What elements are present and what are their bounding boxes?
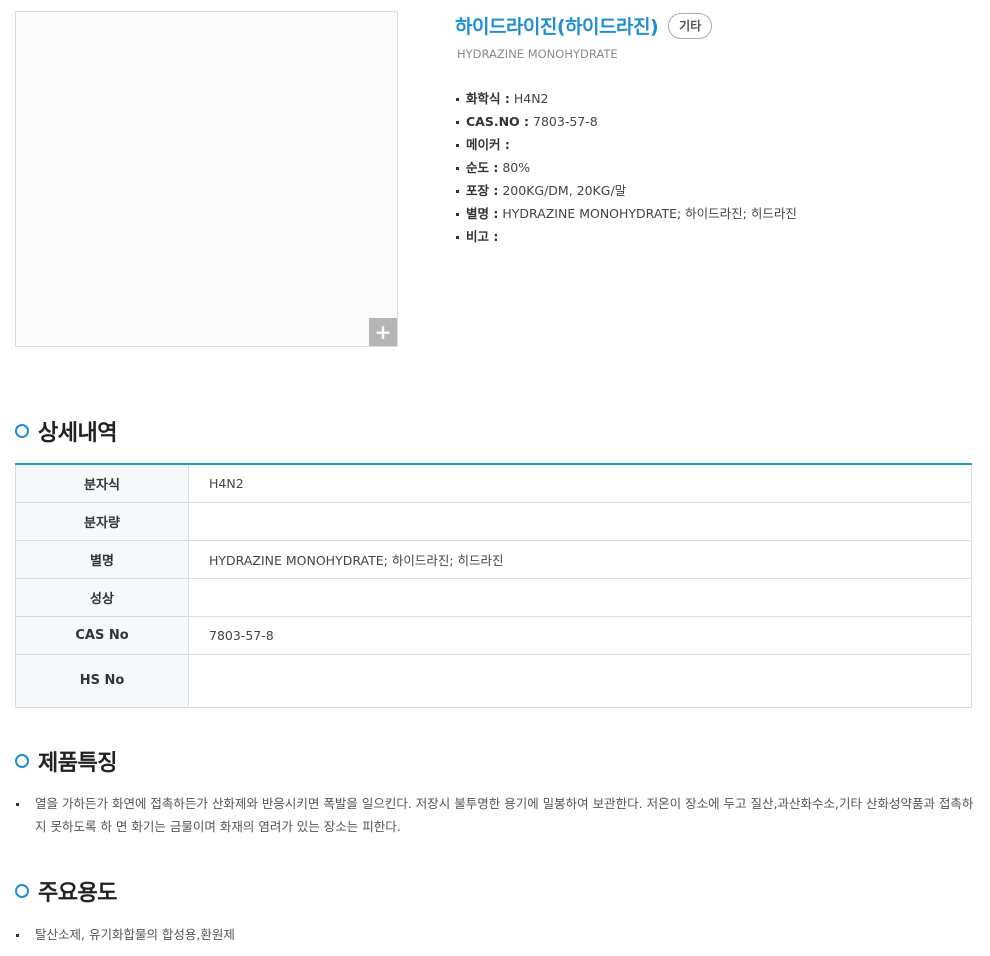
uses-heading-text: 주요용도 [38,881,117,906]
spec-value: 7803-57-8 [533,114,598,129]
spec-packaging: 포장 : 200KG/DM, 20KG/말 [455,179,975,202]
row-label: 별명 [15,540,189,579]
row-value [188,578,972,617]
spec-label: 비고 : [466,229,499,244]
zoom-button[interactable]: + [369,318,397,346]
spec-label: 메이커 : [466,137,510,152]
features-text: 열을 가하든가 화연에 접촉하든가 산화제와 반응시키면 폭발을 일으킨다. 저… [15,792,975,838]
row-value: HYDRAZINE MONOHYDRATE; 하이드라진; 히드라진 [188,540,972,579]
spec-label: 별명 : [466,206,499,221]
spec-label: CAS.NO : [466,114,530,129]
spec-value: 80% [502,160,531,175]
row-label: 성상 [15,578,189,617]
details-heading-text: 상세내역 [38,421,117,446]
row-label: 분자식 [15,464,189,503]
product-title: 하이드라이진(하이드라진) [455,16,659,38]
row-label: 분자량 [15,502,189,541]
table-row: CAS No 7803-57-8 [15,616,972,655]
spec-formula: 화학식 : H4N2 [455,87,975,110]
table-row: 성상 [15,578,972,617]
row-label: CAS No [15,616,189,655]
spec-label: 순도 : [466,160,499,175]
title-row: 하이드라이진(하이드라진) 기타 [455,12,975,39]
spec-value: 200KG/DM, 20KG/말 [502,183,627,198]
spec-value: HYDRAZINE MONOHYDRATE; 하이드라진; 히드라진 [502,206,797,221]
row-value [188,654,972,708]
ring-icon [15,424,29,438]
spec-list: 화학식 : H4N2 CAS.NO : 7803-57-8 메이커 : 순도 :… [455,87,975,248]
row-label: HS No [15,654,189,708]
ring-icon [15,884,29,898]
uses-heading: 주요용도 [15,875,117,907]
spec-purity: 순도 : 80% [455,156,975,179]
spec-label: 포장 : [466,183,499,198]
spec-label: 화학식 : [466,91,510,106]
features-heading: 제품특징 [15,745,117,777]
row-value [188,502,972,541]
spec-value: H4N2 [513,91,549,106]
spec-maker: 메이커 : [455,133,975,156]
table-row: 분자량 [15,502,972,541]
spec-remarks: 비고 : [455,225,975,248]
uses-list: 탈산소제, 유기화합물의 합성용,환원제 [15,923,975,946]
features-list: 열을 가하든가 화연에 접촉하든가 산화제와 반응시키면 폭발을 일으킨다. 저… [15,792,975,838]
category-badge[interactable]: 기타 [668,12,713,39]
uses-text: 탈산소제, 유기화합물의 합성용,환원제 [15,923,975,946]
product-info: 하이드라이진(하이드라진) 기타 HYDRAZINE MONOHYDRATE 화… [455,12,975,248]
spec-cas-no: CAS.NO : 7803-57-8 [455,110,975,133]
english-name: HYDRAZINE MONOHYDRATE [457,47,618,61]
ring-icon [15,754,29,768]
table-row: 분자식 H4N2 [15,464,972,503]
details-table: 분자식 H4N2 분자량 별명 HYDRAZINE MONOHYDRATE; 하… [15,463,972,708]
row-value: 7803-57-8 [188,616,972,655]
row-value: H4N2 [188,464,972,503]
details-heading: 상세내역 [15,415,117,447]
product-image[interactable]: + [15,11,398,347]
table-row: HS No [15,654,972,708]
table-row: 별명 HYDRAZINE MONOHYDRATE; 하이드라진; 히드라진 [15,540,972,579]
plus-icon: + [374,320,392,344]
features-heading-text: 제품특징 [38,751,117,776]
spec-alias: 별명 : HYDRAZINE MONOHYDRATE; 하이드라진; 히드라진 [455,202,975,225]
